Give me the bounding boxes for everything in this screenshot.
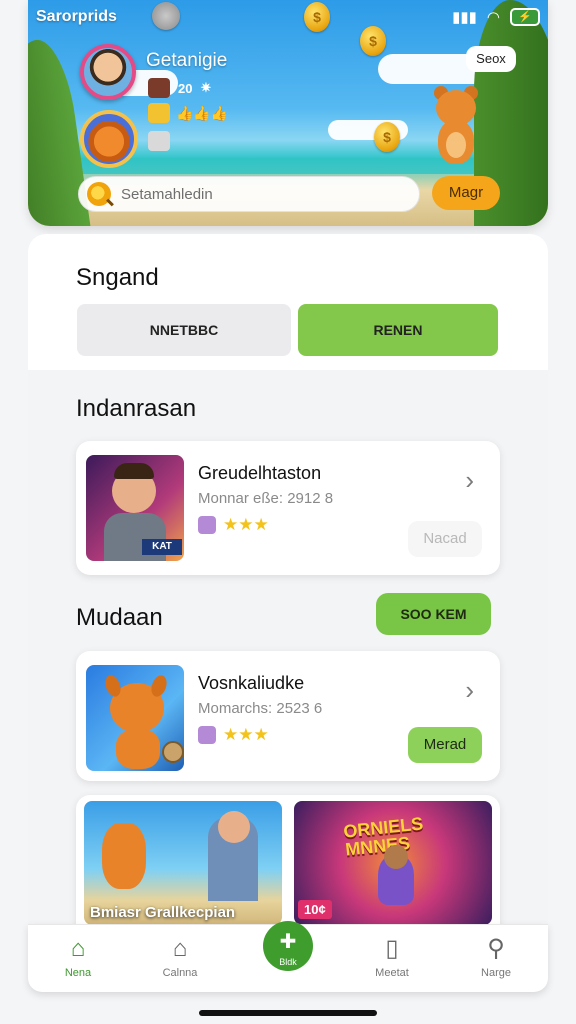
app-screen: Sarorprids ▮▮▮ ◠ ⚡ $ $ $ Getanigie 20 ✷ …: [0, 0, 576, 1024]
card-subtitle: Monnar eße: 2912 8: [198, 490, 334, 507]
book-icon: ▯: [385, 935, 399, 962]
card-action-button[interactable]: Nacad: [408, 521, 482, 557]
tab-label: Nena: [64, 967, 92, 979]
card-action-button[interactable]: Merad: [408, 727, 482, 763]
tag-chip[interactable]: Seox: [466, 46, 516, 72]
gear-icon: ✷: [200, 80, 212, 95]
see-more-button[interactable]: SOO KEM: [376, 593, 491, 635]
user-name: Getanigie: [146, 50, 228, 71]
game-thumbnail: KAT: [86, 455, 184, 561]
tools-icon: [148, 131, 170, 151]
badge-icon: [198, 726, 216, 744]
center-action-icon: ✚: [279, 931, 297, 953]
tab-label: Narge: [481, 967, 511, 979]
tab-home[interactable]: ⌂ Nena: [38, 935, 118, 991]
wifi-icon: ◠: [486, 9, 500, 26]
segment-button-right[interactable]: RENEN: [298, 304, 498, 356]
section-title: Indanrasan: [76, 395, 197, 422]
bear-mascot-image: [428, 86, 484, 166]
chevron-right-icon[interactable]: ›: [465, 675, 474, 706]
search-bar[interactable]: [78, 176, 420, 212]
app-title: Sarorprids: [36, 8, 117, 25]
search-input[interactable]: [121, 185, 401, 203]
coin-icon: $: [374, 122, 400, 152]
chevron-right-icon[interactable]: ›: [465, 465, 474, 496]
avatar-badge-icon: [152, 2, 180, 30]
rating-stars: ★★★: [198, 515, 269, 535]
featured-gallery: Bmiasr Grallkecpian ORNIELS MNNES 10¢: [76, 795, 500, 930]
battery-icon: ⚡: [510, 8, 540, 26]
home-indicator: [199, 1010, 377, 1016]
coin-icon: $: [304, 2, 330, 32]
house-outline-icon: ⌂: [172, 935, 188, 962]
coin-icon: $: [360, 26, 386, 56]
card-subtitle: Momarchs: 2523 6: [198, 700, 323, 717]
thumbs-up-icon: 👍👍👍: [176, 104, 229, 121]
tab-catalog[interactable]: ⌂ Calnna: [140, 935, 220, 991]
search-icon: [87, 182, 111, 206]
featured-tile[interactable]: ORNIELS MNNES 10¢: [294, 801, 492, 925]
tab-search[interactable]: ⚲ Narge: [456, 935, 536, 991]
trophy-icon: [148, 103, 170, 123]
signal-icon: ▮▮▮: [452, 9, 477, 26]
status-bar-icons: ▮▮▮ ◠ ⚡: [452, 8, 540, 26]
home-icon: ⌂: [70, 935, 86, 962]
level-row: 20 ✷: [148, 78, 211, 98]
tab-center-action[interactable]: ✚ Bldk: [263, 921, 313, 971]
tab-label: Calnna: [162, 967, 198, 979]
badge-row: 👍👍👍: [148, 103, 228, 123]
tile-headline: ORNIELS MNNES: [342, 813, 425, 860]
pet-avatar[interactable]: [80, 110, 138, 168]
star-rating: ★★★: [223, 515, 269, 534]
tab-meetat[interactable]: ▯ Meetat: [352, 935, 432, 991]
card-title: Vosnkaliudke: [198, 673, 305, 693]
segment-button-left[interactable]: NNETBBC: [77, 304, 291, 356]
star-rating: ★★★: [223, 725, 269, 744]
featured-tile[interactable]: Bmiasr Grallkecpian: [84, 801, 282, 925]
game-card[interactable]: KAT Greudelhtaston Monnar eße: 2912 8 ★★…: [76, 441, 500, 575]
price-badge: 10¢: [298, 900, 332, 919]
section-title: Sngand: [76, 264, 159, 291]
badge-row-secondary: [148, 131, 170, 156]
card-title: Greudelhtaston: [198, 463, 322, 483]
section-title: Mudaan: [76, 604, 163, 631]
tab-label: Bldk: [279, 957, 297, 967]
level-value: 20: [178, 80, 193, 96]
tile-caption: Bmiasr Grallkecpian: [90, 904, 236, 921]
tab-label: Meetat: [375, 967, 409, 979]
rating-stars: ★★★: [198, 725, 269, 745]
badge-icon: [198, 516, 216, 534]
search-icon: ⚲: [487, 935, 505, 962]
chest-icon: [148, 78, 170, 98]
game-card[interactable]: Vosnkaliudke Momarchs: 2523 6 ★★★ › Mera…: [76, 651, 500, 781]
game-thumbnail: [86, 665, 184, 771]
bottom-tab-bar: ⌂ Nena ⌂ Calnna ✚ Bldk ▯ Meetat ⚲ Narge: [28, 921, 548, 992]
search-button[interactable]: Magr: [432, 176, 500, 210]
avatar[interactable]: [80, 44, 136, 100]
